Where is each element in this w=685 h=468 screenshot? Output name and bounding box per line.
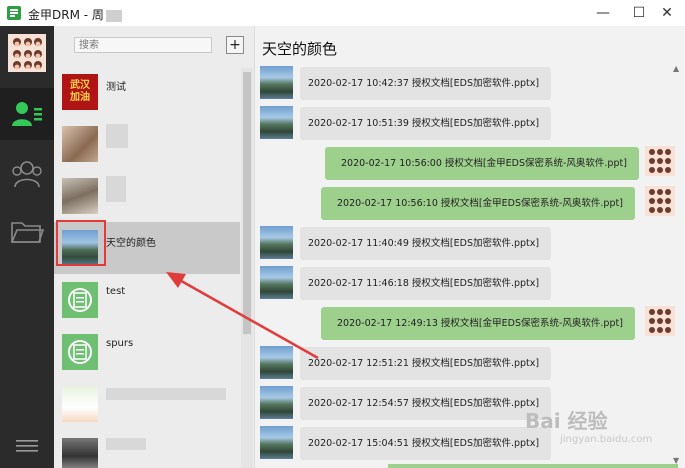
- folder-icon: [10, 222, 44, 243]
- contact-item[interactable]: [54, 430, 240, 468]
- watermark-logo: Bai 经验: [525, 409, 608, 433]
- nav-contacts[interactable]: [0, 88, 54, 140]
- name-redaction: [106, 438, 146, 450]
- scrollbar-thumb[interactable]: [243, 72, 251, 334]
- contact-item[interactable]: [54, 118, 240, 170]
- avatar-text: 加油: [70, 92, 90, 103]
- search-input[interactable]: [74, 37, 212, 53]
- contact-avatar: [62, 126, 98, 162]
- message-bubble[interactable]: 2020-02-17 11:40:49 授权文档[EDS加密软件.pptx]: [300, 227, 552, 260]
- contact-item[interactable]: test: [54, 274, 240, 326]
- message-bubble[interactable]: 2020-02-17 12:51:21 授权文档[EDS加密软件.pptx]: [300, 347, 552, 380]
- contact-avatar: [62, 386, 98, 422]
- message-bubble[interactable]: 2020-02-17 12:49:13 授权文档[金甲EDS保密系统-风奥软件.…: [321, 307, 635, 340]
- sender-avatar: [260, 66, 293, 99]
- nav-files[interactable]: [0, 206, 54, 258]
- app-window: 金甲DRM - 周 — ☐ ✕ 搜索 + 武汉 加油 测试 天空的颜色 test…: [0, 0, 685, 468]
- minimize-button[interactable]: —: [585, 0, 621, 26]
- message-row: 2020-02-17 10:56:00 授权文档[金甲EDS保密系统-风奥软件.…: [255, 146, 685, 180]
- contact-name: spurs: [106, 338, 134, 349]
- nav-rail: [0, 26, 54, 468]
- window-title: 金甲DRM - 周: [28, 6, 122, 23]
- close-button[interactable]: ✕: [649, 0, 685, 26]
- message-bubble[interactable]: 2020-02-17 10:51:39 授权文档[EDS加密软件.pptx]: [300, 107, 552, 140]
- chat-panel: 天空的颜色 ▲ 2020-02-17 10:42:37 授权文档[EDS加密软件…: [255, 26, 685, 468]
- message-bubble[interactable]: 2020-02-17 15:04:51 授权文档[EDS加密软件.pptx]: [300, 427, 552, 460]
- annotation-highlight: [56, 220, 106, 266]
- scroll-down-icon[interactable]: ▼: [673, 456, 679, 465]
- my-avatar: [645, 146, 675, 176]
- contact-avatar: 武汉 加油: [62, 74, 98, 110]
- seal-icon: [68, 340, 92, 364]
- scroll-up-icon[interactable]: ▲: [673, 64, 679, 73]
- contact-name: 测试: [106, 82, 126, 93]
- contacts-icon: [12, 102, 42, 126]
- partial-message: [388, 464, 678, 468]
- name-redaction: [106, 176, 126, 202]
- title-redaction: [105, 9, 122, 22]
- user-avatar[interactable]: [8, 34, 46, 72]
- contact-avatar: [62, 334, 98, 370]
- sender-avatar: [260, 266, 293, 299]
- hamburger-icon: [16, 440, 38, 452]
- menu-button[interactable]: [12, 436, 42, 456]
- avatar-text: 武汉: [70, 80, 90, 91]
- message-bubble[interactable]: 2020-02-17 12:54:57 授权文档[EDS加密软件.pptx]: [300, 387, 552, 420]
- message-bubble[interactable]: 2020-02-17 10:42:37 授权文档[EDS加密软件.pptx]: [300, 67, 552, 100]
- chat-title: 天空的颜色: [262, 40, 338, 58]
- my-avatar: [645, 306, 675, 336]
- contact-item[interactable]: [54, 170, 240, 222]
- contact-item[interactable]: 武汉 加油 测试: [54, 66, 240, 118]
- add-button[interactable]: +: [226, 36, 244, 54]
- message-bubble[interactable]: 2020-02-17 10:56:10 授权文档[金甲EDS保密系统-风奥软件.…: [321, 187, 635, 220]
- name-redaction: [106, 388, 226, 400]
- sender-avatar: [260, 346, 293, 379]
- message-row: 2020-02-17 10:56:10 授权文档[金甲EDS保密系统-风奥软件.…: [255, 186, 685, 220]
- contact-avatar: [62, 282, 98, 318]
- contact-name: test: [106, 286, 126, 297]
- title-bar: 金甲DRM - 周 — ☐ ✕: [0, 0, 685, 27]
- watermark-url: jingyan.baidu.com: [560, 434, 653, 445]
- message-bubble[interactable]: 2020-02-17 11:46:18 授权文档[EDS加密软件.pptx]: [300, 267, 552, 300]
- contact-item[interactable]: [54, 378, 240, 430]
- message-row: 2020-02-17 12:49:13 授权文档[金甲EDS保密系统-风奥软件.…: [255, 306, 685, 340]
- my-avatar: [645, 186, 675, 216]
- message-bubble[interactable]: 2020-02-17 10:56:00 授权文档[金甲EDS保密系统-风奥软件.…: [325, 147, 639, 180]
- sender-avatar: [260, 386, 293, 419]
- name-redaction: [106, 124, 128, 148]
- sender-avatar: [260, 226, 293, 259]
- nav-groups[interactable]: [0, 148, 54, 200]
- contact-item[interactable]: spurs: [54, 326, 240, 378]
- contact-avatar: [62, 178, 98, 214]
- sender-avatar: [260, 106, 293, 139]
- seal-icon: [68, 288, 92, 312]
- list-scrollbar[interactable]: [241, 68, 253, 468]
- app-logo-icon: [7, 6, 21, 20]
- contact-avatar: [62, 438, 98, 468]
- contact-name: 天空的颜色: [106, 238, 156, 249]
- sender-avatar: [260, 426, 293, 459]
- group-icon: [12, 161, 42, 188]
